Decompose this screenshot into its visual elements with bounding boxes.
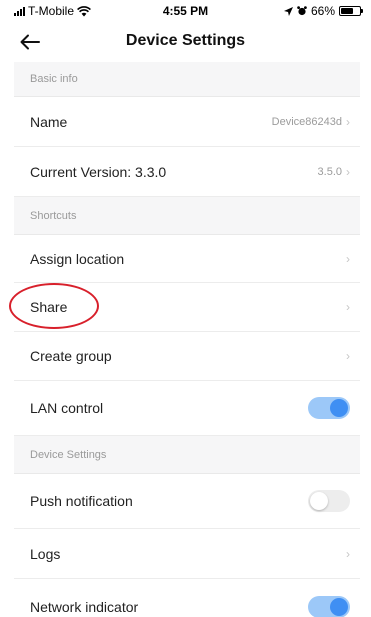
row-label: Assign location (30, 250, 125, 267)
row-logs[interactable]: Logs › (14, 529, 360, 579)
row-push-notification: Push notification (14, 474, 360, 529)
row-create-group[interactable]: Create group › (14, 332, 360, 381)
row-lan-control: LAN control (14, 381, 360, 436)
row-label: Current Version: 3.3.0 (30, 163, 167, 180)
row-label: Create group (30, 348, 112, 364)
chevron-right-icon: › (346, 546, 350, 561)
chevron-right-icon: › (346, 164, 350, 179)
network-indicator-toggle[interactable] (308, 595, 350, 617)
battery-fill (341, 8, 353, 14)
row-share[interactable]: Share › (14, 283, 360, 332)
row-label: Logs (30, 545, 61, 562)
settings-list: Basic info Name Device86243d › Current V… (14, 62, 360, 617)
lan-control-toggle[interactable] (308, 397, 350, 419)
toggle-knob (310, 492, 328, 510)
alarm-icon (297, 6, 307, 16)
toggle-knob (330, 399, 348, 417)
push-notification-toggle[interactable] (308, 490, 350, 512)
row-label: Share (30, 299, 68, 315)
battery-percent: 66% (310, 4, 335, 18)
status-bar: T-Mobile 4:55 PM 66% (0, 0, 371, 22)
available-version-value: 3.5.0 (317, 165, 342, 178)
battery-icon (339, 6, 363, 16)
toggle-knob (330, 597, 348, 616)
row-network-indicator: Network indicator (14, 579, 360, 617)
nav-bar: Device Settings (0, 22, 371, 62)
section-header-shortcuts: Shortcuts (14, 197, 360, 235)
row-label: Push notification (30, 493, 133, 509)
chevron-right-icon: › (346, 114, 350, 129)
section-header-device-settings: Device Settings (14, 436, 360, 474)
row-name[interactable]: Name Device86243d › (14, 97, 360, 147)
chevron-right-icon: › (346, 349, 350, 363)
chevron-right-icon: › (346, 300, 350, 314)
chevron-right-icon: › (346, 251, 350, 266)
row-label: LAN control (30, 400, 104, 416)
row-assign-location[interactable]: Assign location › (14, 235, 360, 283)
status-bar-right: 66% (283, 4, 363, 18)
device-name-value: Device86243d (271, 115, 342, 128)
page-title: Device Settings (125, 32, 246, 49)
row-value: Device86243d › (272, 115, 350, 129)
row-label: Network indicator (30, 598, 139, 615)
row-label: Name (30, 113, 68, 130)
location-arrow-icon (283, 6, 293, 16)
row-current-version[interactable]: Current Version: 3.3.0 3.5.0 › (14, 147, 360, 197)
section-header-basic-info: Basic info (14, 62, 360, 97)
row-value: 3.5.0 › (318, 165, 350, 179)
